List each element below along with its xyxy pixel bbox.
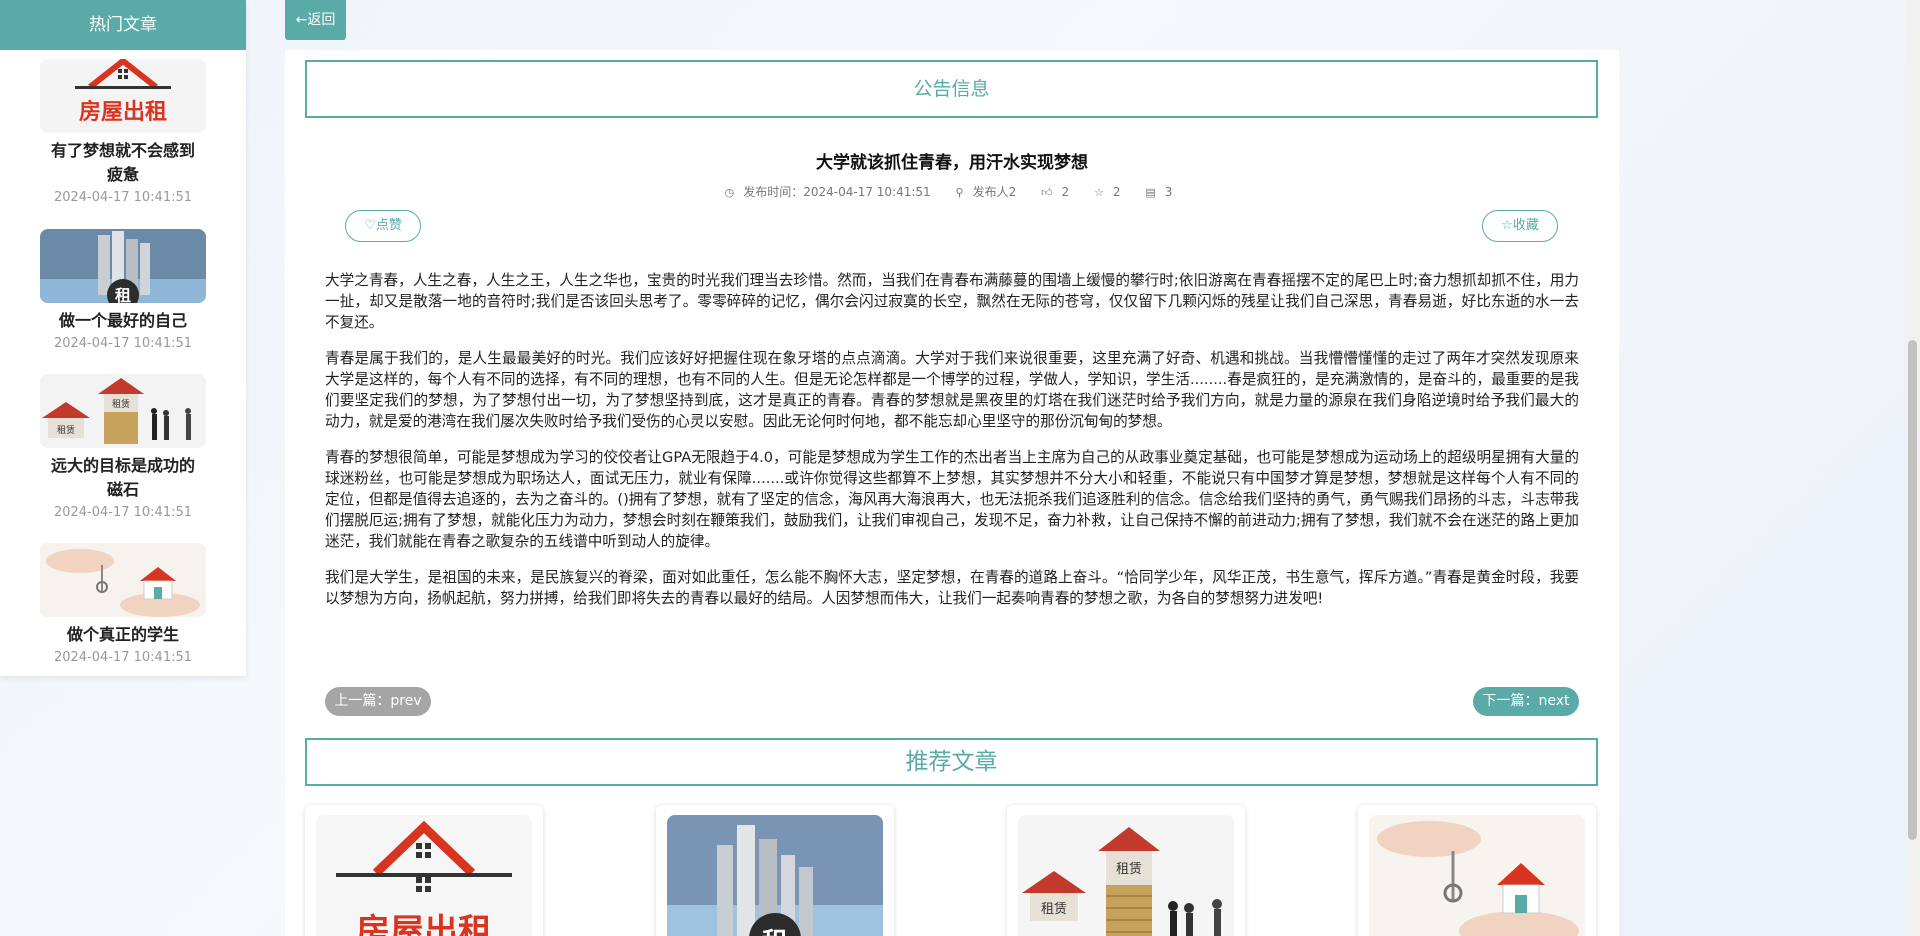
article-paragraph: 青春是属于我们的，是人生最最美好的时光。我们应该好好把握住现在象牙塔的点点滴滴。…: [325, 350, 1579, 430]
prev-article-button[interactable]: 上一篇：prev: [325, 687, 431, 716]
sidebar-heading: 热门文章: [0, 0, 246, 50]
hot-articles-sidebar: 热门文章 房屋出租 有了梦想就不会感到疲惫 2024-04-17 10:41:5…: [0, 0, 246, 676]
hand-key-house-image[interactable]: [1369, 815, 1585, 936]
recommend-card[interactable]: 租: [656, 805, 894, 936]
rent-sign-text: 租赁: [1041, 902, 1067, 917]
sidebar-item[interactable]: 做个真正的学生 2024-04-17 10:41:51: [0, 543, 246, 665]
hand-key-house-image[interactable]: [40, 543, 206, 617]
sidebar-item-title[interactable]: 做个真正的学生: [48, 623, 198, 647]
city-buildings-image[interactable]: 租: [667, 815, 883, 936]
sidebar-item[interactable]: 租 做一个最好的自己 2024-04-17 10:41:51: [0, 229, 246, 351]
favorite-count: ☆ 2: [1094, 185, 1121, 199]
author: ⚲ 发布人2: [955, 185, 1017, 199]
recommend-card[interactable]: [1358, 805, 1596, 936]
recommend-card[interactable]: 房屋出租: [305, 805, 543, 936]
like-button[interactable]: ♡点赞: [345, 210, 421, 242]
page-scrollbar[interactable]: [1905, 0, 1920, 936]
rent-logo-text: 房屋出租: [356, 912, 492, 936]
sidebar-item-title[interactable]: 做一个最好的自己: [48, 309, 198, 333]
recommend-heading: 推荐文章: [305, 738, 1598, 786]
sidebar-item-date: 2024-04-17 10:41:51: [53, 505, 193, 520]
thumb-up-icon: 👍︎: [1041, 186, 1053, 199]
rent-sign-text: 租赁: [1116, 862, 1142, 877]
favorite-button[interactable]: ☆收藏: [1482, 210, 1558, 242]
rent-sign-text: 租: [762, 928, 788, 936]
sidebar-item[interactable]: 租赁 租赁 远大的目标是成功的磁石 2024-04-17 10:41:51: [0, 374, 246, 520]
heart-icon: ♡: [364, 218, 376, 233]
sidebar-item-title[interactable]: 有了梦想就不会感到疲惫: [48, 139, 198, 187]
star-icon: ☆: [1094, 186, 1104, 199]
rent-sign-text: 租赁: [112, 398, 130, 410]
house-rent-logo-image[interactable]: 房屋出租: [40, 59, 206, 133]
sidebar-item-title[interactable]: 远大的目标是成功的磁石: [48, 454, 198, 502]
scrollbar-thumb[interactable]: [1908, 340, 1917, 840]
star-icon: ☆: [1501, 218, 1513, 233]
publish-time: ◷ 发布时间：2024-04-17 10:41:51: [724, 185, 931, 199]
rent-sign-text: 租: [115, 286, 131, 303]
comment-count: ▤ 3: [1145, 185, 1173, 199]
sidebar-item-date: 2024-04-17 10:41:51: [53, 190, 193, 205]
sidebar-item-date: 2024-04-17 10:41:51: [53, 650, 193, 665]
article-meta: ◷ 发布时间：2024-04-17 10:41:51 ⚲ 发布人2 👍︎ 2 ☆ 2 ▤…: [285, 183, 1619, 200]
houses-on-coins-image[interactable]: 租赁 租赁: [1018, 815, 1234, 936]
sidebar-item[interactable]: 房屋出租 有了梦想就不会感到疲惫 2024-04-17 10:41:51: [0, 59, 246, 205]
article-content: 大学之青春，人生之春，人生之王，人生之华也，宝贵的时光我们理当去珍惜。然而，当我…: [325, 270, 1579, 624]
back-button[interactable]: ←返回: [285, 0, 346, 40]
recommend-card[interactable]: 租赁 租赁: [1007, 805, 1245, 936]
rent-sign-text: 租赁: [57, 424, 75, 436]
clock-icon: ◷: [724, 186, 735, 199]
like-count: 👍︎ 2: [1041, 185, 1070, 199]
city-buildings-image[interactable]: 租: [40, 229, 206, 303]
house-rent-logo-image[interactable]: 房屋出租: [316, 815, 532, 936]
article-paragraph: 我们是大学生，是祖国的未来，是民族复兴的脊梁，面对如此重任，怎么能不胸怀大志，坚…: [325, 569, 1579, 607]
comment-icon: ▤: [1145, 186, 1156, 199]
notice-heading: 公告信息: [305, 60, 1598, 118]
sidebar-item-date: 2024-04-17 10:41:51: [53, 336, 193, 351]
article-paragraph: 青春的梦想很简单，可能是梦想成为学习的佼佼者让GPA无限趋于4.0，可能是梦想成…: [325, 449, 1579, 550]
user-icon: ⚲: [955, 186, 964, 199]
article-title: 大学就该抓住青春，用汗水实现梦想: [816, 153, 1088, 173]
next-article-button[interactable]: 下一篇：next: [1473, 687, 1579, 716]
article-paragraph: 大学之青春，人生之春，人生之王，人生之华也，宝贵的时光我们理当去珍惜。然而，当我…: [325, 272, 1579, 331]
rent-logo-text: 房屋出租: [79, 99, 167, 125]
houses-on-coins-image[interactable]: 租赁 租赁: [40, 374, 206, 448]
article-main-panel: 公告信息 大学就该抓住青春，用汗水实现梦想 ◷ 发布时间：2024-04-17 1…: [285, 50, 1619, 936]
